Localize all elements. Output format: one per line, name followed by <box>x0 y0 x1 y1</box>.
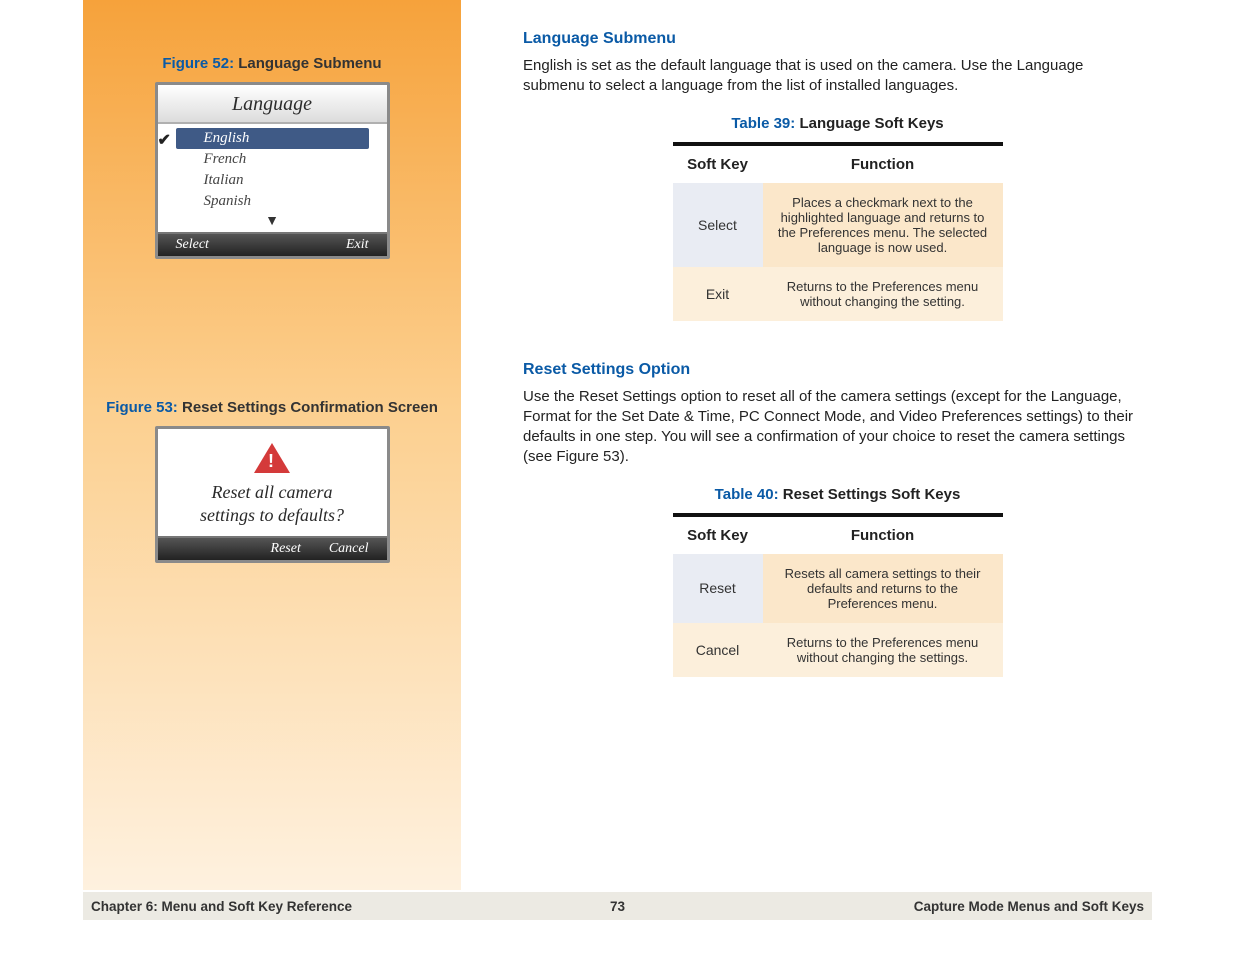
softkey-select: Select <box>176 237 209 253</box>
heading-language-submenu: Language Submenu <box>523 30 1152 48</box>
para-reset-settings: Use the Reset Settings option to reset a… <box>523 387 1143 468</box>
col-function: Function <box>763 144 1003 183</box>
softkey-exit: Exit <box>346 237 369 253</box>
table-header-row: Soft Key Function <box>673 144 1003 183</box>
language-row-spanish: Spanish <box>176 191 369 212</box>
figure-53-lcd: Reset all camera settings to defaults? R… <box>83 426 461 563</box>
figure-53-text: Reset Settings Confirmation Screen <box>178 399 438 416</box>
reset-line-1: Reset all camera <box>168 481 377 504</box>
language-label: Spanish <box>204 193 252 209</box>
reset-line-2: settings to defaults? <box>168 504 377 527</box>
figure-52-lcd: Language ✔ English French Italian Spanis… <box>83 82 461 259</box>
softkey-cancel: Cancel <box>329 541 369 557</box>
heading-reset-settings: Reset Settings Option <box>523 361 1152 379</box>
lcd-softbar-reset: Reset Cancel <box>158 536 387 560</box>
figure-52-prefix: Figure 52: <box>162 55 234 72</box>
language-row-italian: Italian <box>176 170 369 191</box>
cell-function: Resets all camera settings to their defa… <box>763 554 1003 623</box>
checkmark-icon: ✔ <box>158 130 171 150</box>
para-language-submenu: English is set as the default language t… <box>523 56 1143 97</box>
warning-icon <box>254 443 290 473</box>
lcd-softbar-language: Select Exit <box>158 232 387 256</box>
table-row: Select Places a checkmark next to the hi… <box>673 183 1003 267</box>
cell-function: Returns to the Preferences menu without … <box>763 623 1003 677</box>
more-indicator-icon: ▼ <box>176 212 369 230</box>
table-39-caption: Table 39: Language Soft Keys <box>523 115 1152 132</box>
language-label: French <box>204 151 247 167</box>
page: Figure 52: Language Submenu Language ✔ E… <box>83 0 1152 920</box>
lcd-screen-reset: Reset all camera settings to defaults? R… <box>155 426 390 563</box>
table-header-row: Soft Key Function <box>673 515 1003 554</box>
table-40-caption: Table 40: Reset Settings Soft Keys <box>523 486 1152 503</box>
language-row-english: ✔ English <box>176 128 369 149</box>
lcd-body-reset: Reset all camera settings to defaults? <box>158 429 387 536</box>
table-row: Cancel Returns to the Preferences menu w… <box>673 623 1003 677</box>
language-label: English <box>204 130 250 146</box>
table-39-text: Language Soft Keys <box>795 115 943 132</box>
cell-softkey: Reset <box>673 554 763 623</box>
language-label: Italian <box>204 172 244 188</box>
softkey-reset: Reset <box>271 541 301 557</box>
col-softkey: Soft Key <box>673 515 763 554</box>
figure-53-caption: Figure 53: Reset Settings Confirmation S… <box>83 399 461 416</box>
table-40-prefix: Table 40: <box>715 486 779 503</box>
col-function: Function <box>763 515 1003 554</box>
figure-52-caption: Figure 52: Language Submenu <box>83 55 461 72</box>
table-40: Soft Key Function Reset Resets all camer… <box>673 513 1003 677</box>
cell-function: Places a checkmark next to the highlight… <box>763 183 1003 267</box>
lcd-title: Language <box>158 85 387 124</box>
cell-softkey: Exit <box>673 267 763 321</box>
lcd-screen-language: Language ✔ English French Italian Spanis… <box>155 82 390 259</box>
page-footer: Chapter 6: Menu and Soft Key Reference 7… <box>83 892 1152 920</box>
cell-softkey: Cancel <box>673 623 763 677</box>
figure-52-text: Language Submenu <box>234 55 382 72</box>
table-row: Exit Returns to the Preferences menu wit… <box>673 267 1003 321</box>
lcd-body-language: ✔ English French Italian Spanish ▼ <box>158 124 387 232</box>
figure-53-prefix: Figure 53: <box>106 399 178 416</box>
sidebar: Figure 52: Language Submenu Language ✔ E… <box>83 0 461 890</box>
language-row-french: French <box>176 149 369 170</box>
footer-left: Chapter 6: Menu and Soft Key Reference <box>91 899 352 914</box>
table-row: Reset Resets all camera settings to thei… <box>673 554 1003 623</box>
col-softkey: Soft Key <box>673 144 763 183</box>
table-40-text: Reset Settings Soft Keys <box>779 486 961 503</box>
table-39: Soft Key Function Select Places a checkm… <box>673 142 1003 321</box>
main-content: Language Submenu English is set as the d… <box>461 0 1152 920</box>
table-39-prefix: Table 39: <box>731 115 795 132</box>
cell-softkey: Select <box>673 183 763 267</box>
footer-right: Capture Mode Menus and Soft Keys <box>914 899 1144 914</box>
cell-function: Returns to the Preferences menu without … <box>763 267 1003 321</box>
